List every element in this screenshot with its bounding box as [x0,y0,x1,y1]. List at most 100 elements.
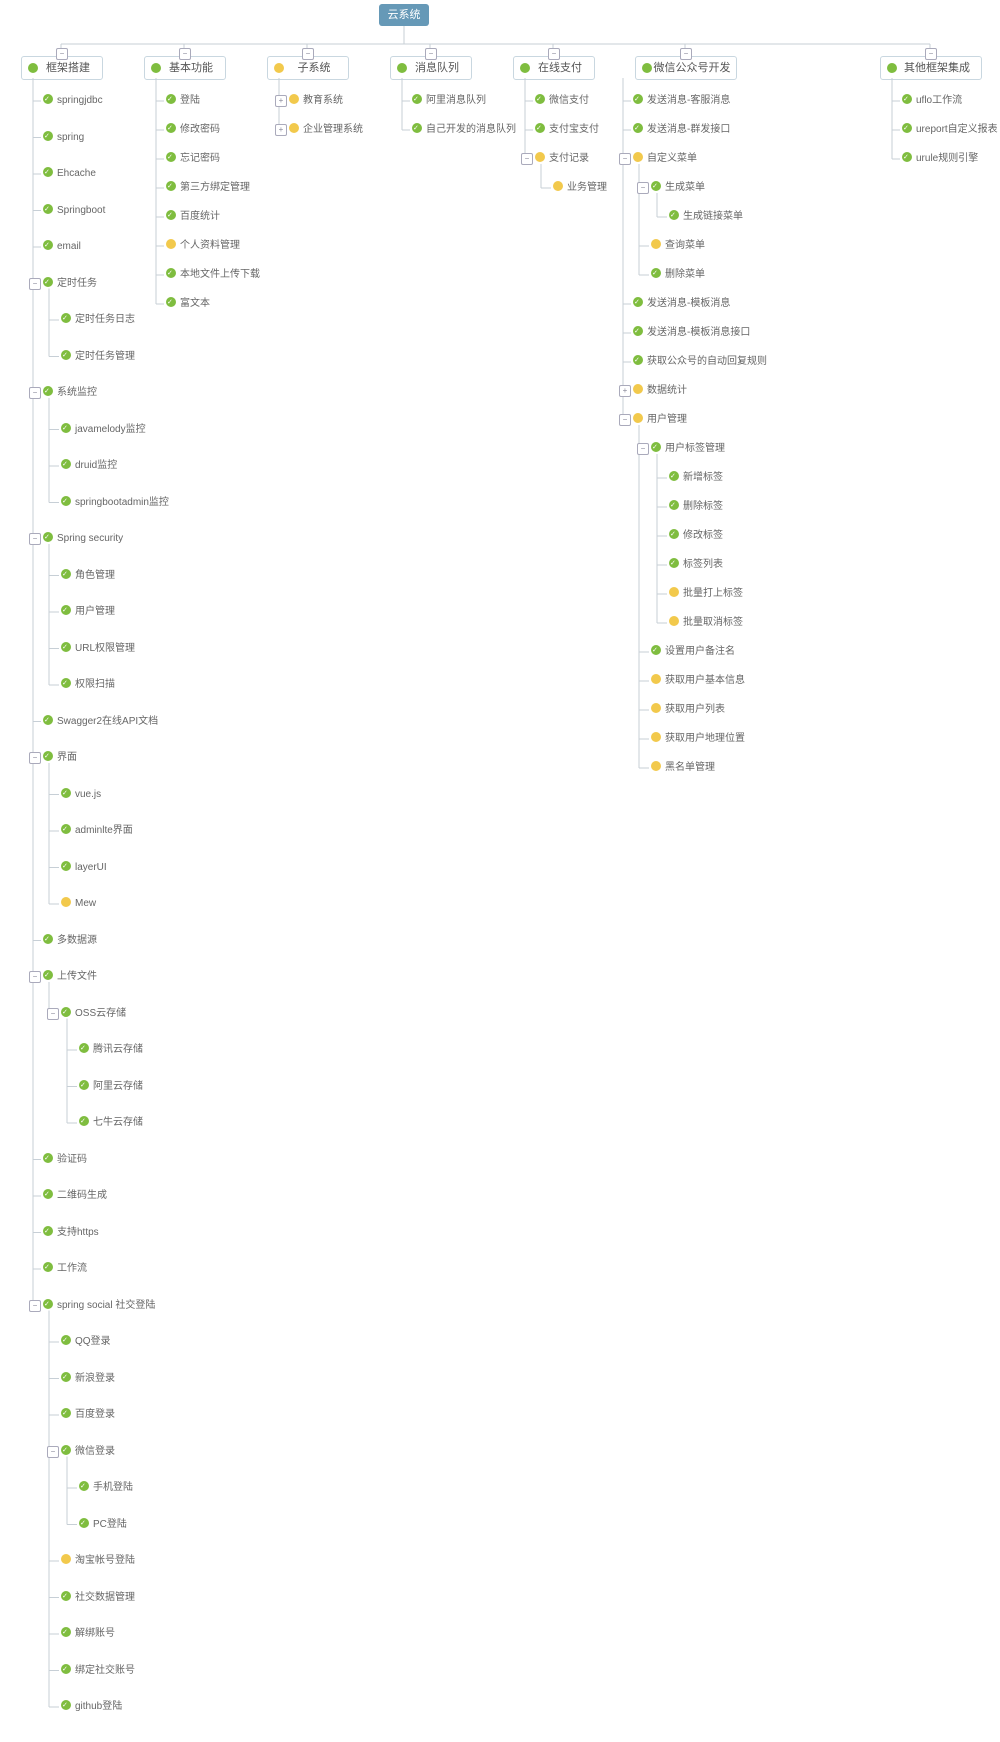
cat-toggle[interactable] [56,48,68,60]
cat-toggle[interactable] [179,48,191,60]
tree-node[interactable]: 百度登录 [61,1406,115,1424]
tree-node[interactable]: 业务管理 [553,179,607,197]
tree-node[interactable]: 第三方绑定管理 [166,179,250,197]
tree-node[interactable]: 修改标签 [669,527,723,545]
tree-node[interactable]: 百度统计 [166,208,220,226]
cat-toggle[interactable] [548,48,560,60]
tree-node[interactable]: 登陆 [166,92,200,110]
tree-node[interactable]: 获取用户基本信息 [651,672,745,690]
tree-node[interactable]: 设置用户备注名 [651,643,735,661]
tree-node[interactable]: 社交数据管理 [61,1589,135,1607]
tree-node[interactable]: 标签列表 [669,556,723,574]
tree-node[interactable]: 阿里云存储 [79,1078,143,1096]
tree-node[interactable]: 查询菜单 [651,237,705,255]
tree-node[interactable]: layerUI [61,859,107,877]
tree-node[interactable]: 修改密码 [166,121,220,139]
tree-node[interactable]: 发送消息-模板消息 [633,295,730,313]
cat-toggle[interactable] [302,48,314,60]
node-toggle[interactable] [29,533,41,545]
tree-node[interactable]: 定时任务 [43,275,97,293]
tree-node[interactable]: 发送消息-群发接口 [633,121,730,139]
tree-node[interactable]: 个人资料管理 [166,237,240,255]
tree-node[interactable]: 新增标签 [669,469,723,487]
tree-node[interactable]: uflo工作流 [902,92,962,110]
tree-node[interactable]: 界面 [43,749,77,767]
tree-node[interactable]: PC登陆 [79,1516,127,1534]
tree-node[interactable]: 支付宝支付 [535,121,599,139]
tree-node[interactable]: 批量打上标签 [669,585,743,603]
tree-node[interactable]: springjdbc [43,92,103,110]
tree-node[interactable]: javamelody监控 [61,421,146,439]
tree-node[interactable]: 解绑账号 [61,1625,115,1643]
tree-node[interactable]: 教育系统 [289,92,343,110]
tree-node[interactable]: github登陆 [61,1698,122,1716]
tree-node[interactable]: 支持https [43,1224,99,1242]
tree-node[interactable]: Swagger2在线API文档 [43,713,158,731]
tree-node[interactable]: 权限扫描 [61,676,115,694]
cat-toggle[interactable] [925,48,937,60]
tree-node[interactable]: 删除标签 [669,498,723,516]
tree-node[interactable]: 忘记密码 [166,150,220,168]
node-toggle[interactable] [29,278,41,290]
node-toggle[interactable] [275,124,287,136]
tree-node[interactable]: 定时任务管理 [61,348,135,366]
tree-node[interactable]: 生成菜单 [651,179,705,197]
tree-node[interactable]: 发送消息-模板消息接口 [633,324,750,342]
tree-node[interactable]: 获取公众号的自动回复规则 [633,353,767,371]
node-toggle[interactable] [619,153,631,165]
tree-node[interactable]: druid监控 [61,457,117,475]
tree-node[interactable]: vue.js [61,786,101,804]
tree-node[interactable]: Springboot [43,202,105,220]
cat-toggle[interactable] [425,48,437,60]
tree-node[interactable]: 用户管理 [633,411,687,429]
tree-node[interactable]: 支付记录 [535,150,589,168]
tree-node[interactable]: email [43,238,81,256]
tree-node[interactable]: urule规则引擎 [902,150,978,168]
tree-node[interactable]: 批量取消标签 [669,614,743,632]
tree-node[interactable]: 数据统计 [633,382,687,400]
node-toggle[interactable] [47,1008,59,1020]
root-node[interactable]: 云系统 [379,4,429,26]
tree-node[interactable]: Spring security [43,530,123,548]
tree-node[interactable]: 阿里消息队列 [412,92,486,110]
tree-node[interactable]: 淘宝帐号登陆 [61,1552,135,1570]
node-toggle[interactable] [29,1300,41,1312]
tree-node[interactable]: springbootadmin监控 [61,494,169,512]
tree-node[interactable]: 验证码 [43,1151,87,1169]
node-toggle[interactable] [29,752,41,764]
node-toggle[interactable] [637,182,649,194]
tree-node[interactable]: 上传文件 [43,968,97,986]
tree-node[interactable]: QQ登录 [61,1333,111,1351]
tree-node[interactable]: 企业管理系统 [289,121,363,139]
tree-node[interactable]: 手机登陆 [79,1479,133,1497]
tree-node[interactable]: 腾讯云存储 [79,1041,143,1059]
tree-node[interactable]: 用户管理 [61,603,115,621]
tree-node[interactable]: 多数据源 [43,932,97,950]
tree-node[interactable]: 工作流 [43,1260,87,1278]
tree-node[interactable]: 自己开发的消息队列 [412,121,516,139]
tree-node[interactable]: 七牛云存储 [79,1114,143,1132]
tree-node[interactable]: 微信支付 [535,92,589,110]
node-toggle[interactable] [47,1446,59,1458]
tree-node[interactable]: Ehcache [43,165,96,183]
tree-node[interactable]: 系统监控 [43,384,97,402]
node-toggle[interactable] [637,443,649,455]
tree-node[interactable]: 微信登录 [61,1443,115,1461]
tree-node[interactable]: 用户标签管理 [651,440,725,458]
node-toggle[interactable] [619,414,631,426]
tree-node[interactable]: 发送消息-客服消息 [633,92,730,110]
tree-node[interactable]: URL权限管理 [61,640,135,658]
tree-node[interactable]: 黑名单管理 [651,759,715,777]
cat-toggle[interactable] [680,48,692,60]
tree-node[interactable]: Mew [61,895,96,913]
tree-node[interactable]: 本地文件上传下载 [166,266,260,284]
node-toggle[interactable] [29,387,41,399]
tree-node[interactable]: 二维码生成 [43,1187,107,1205]
tree-node[interactable]: 绑定社交账号 [61,1662,135,1680]
node-toggle[interactable] [521,153,533,165]
tree-node[interactable]: 获取用户列表 [651,701,725,719]
tree-node[interactable]: 角色管理 [61,567,115,585]
tree-node[interactable]: 删除菜单 [651,266,705,284]
tree-node[interactable]: 富文本 [166,295,210,313]
node-toggle[interactable] [29,971,41,983]
